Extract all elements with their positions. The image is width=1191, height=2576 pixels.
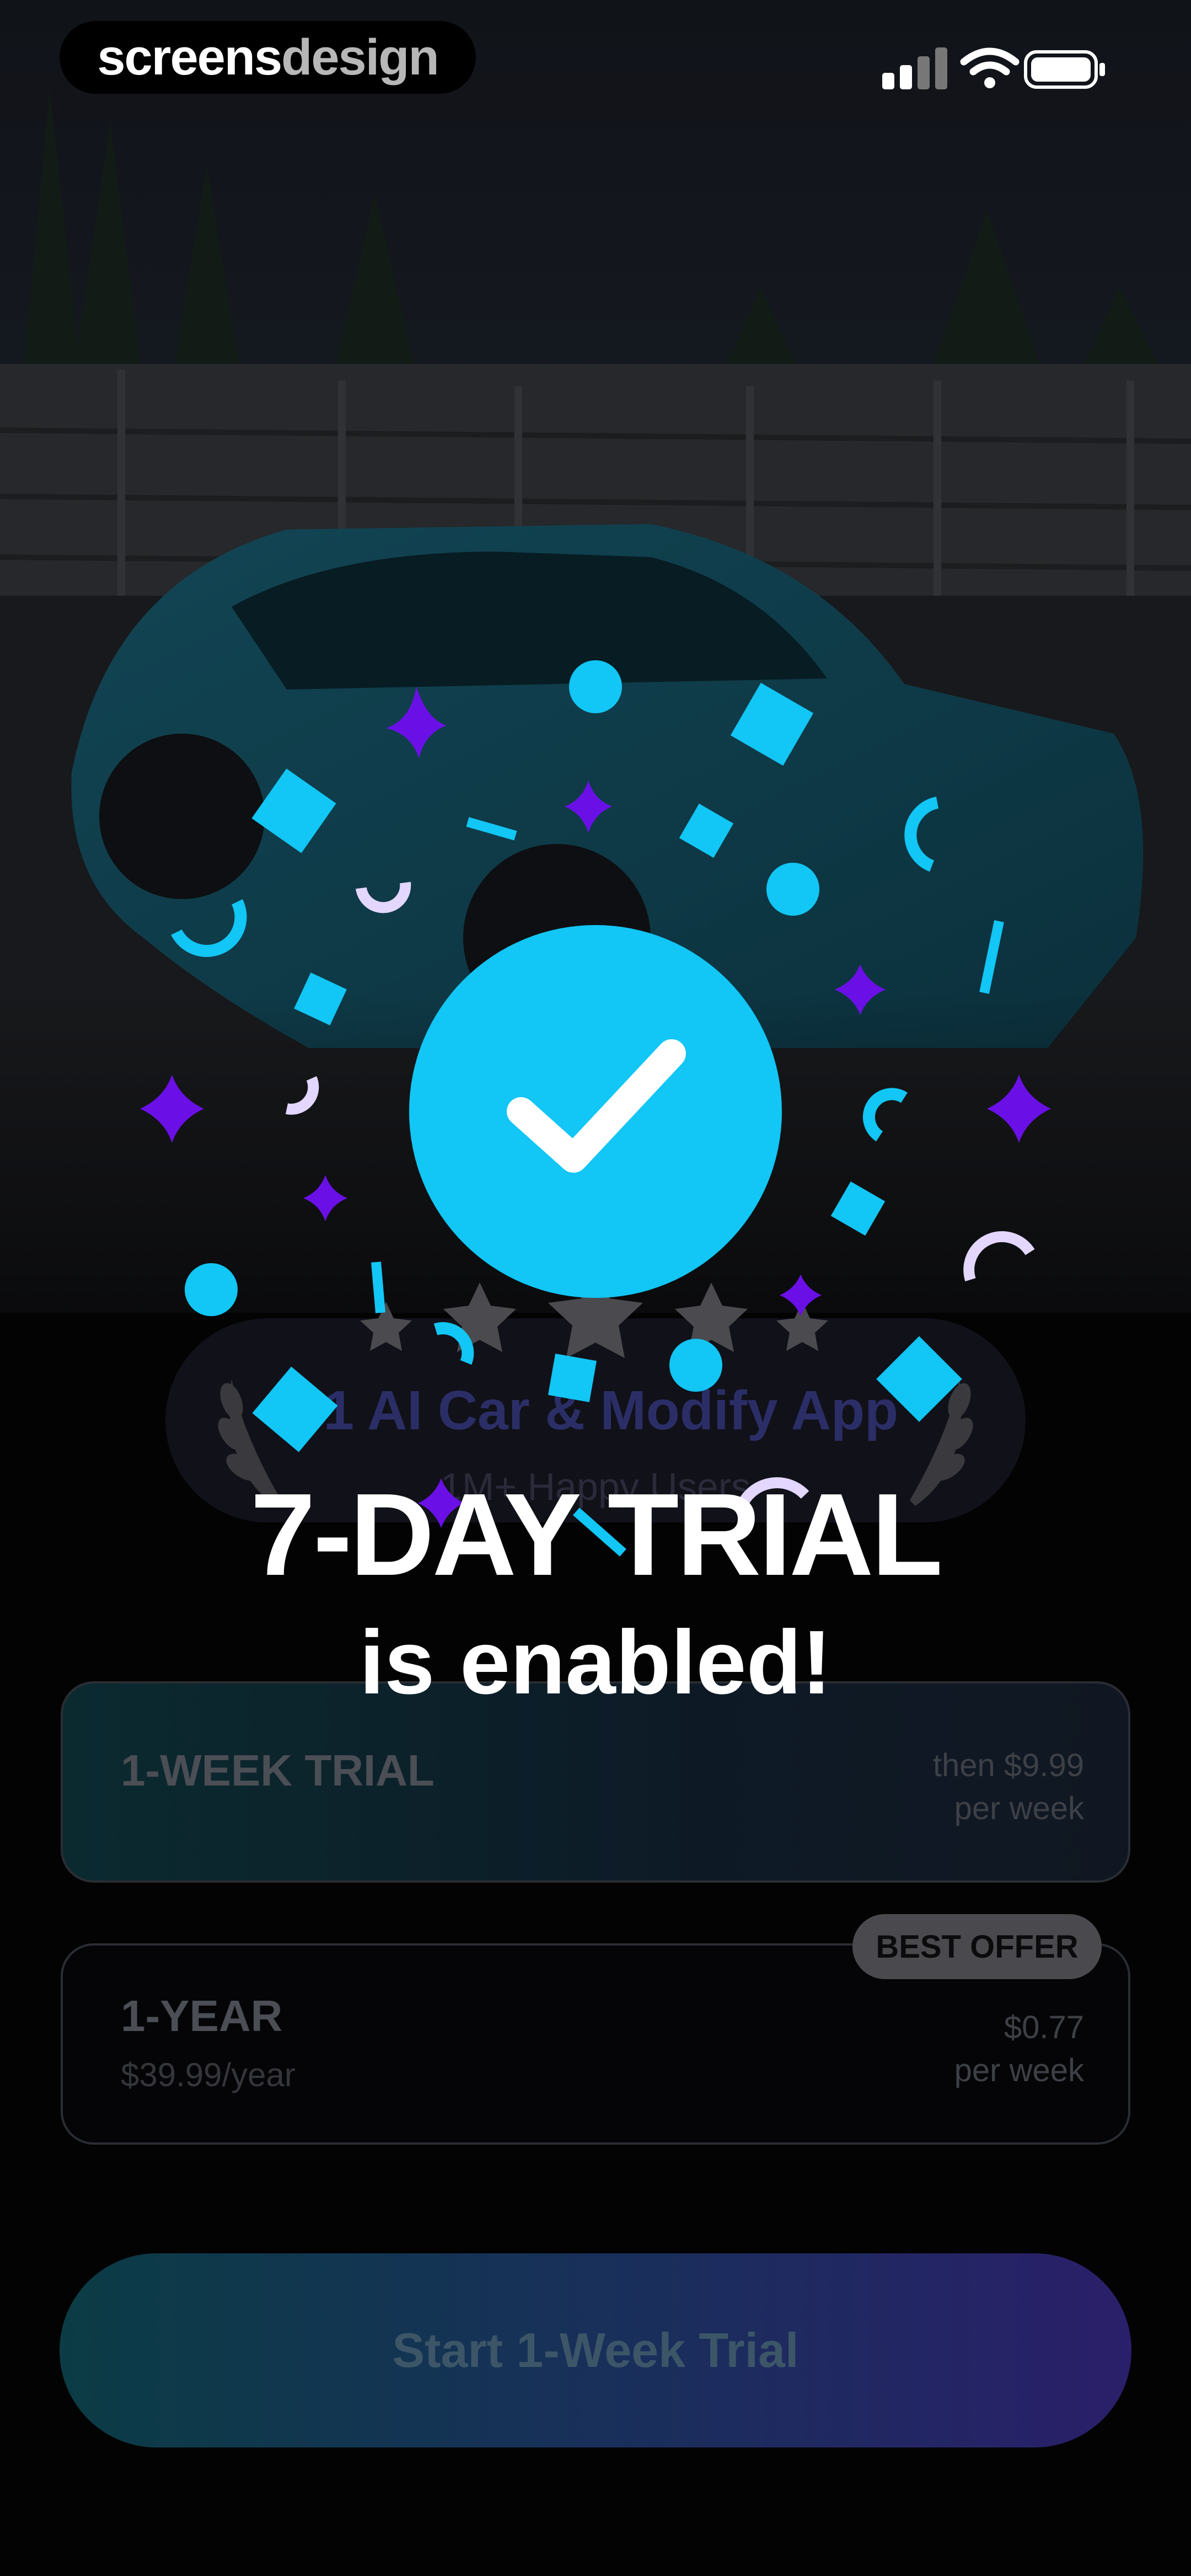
confetti-overlay	[140, 660, 1051, 1557]
trial-enabled-screen: screens design #1 AI Car & Modify App 1M…	[0, 0, 1191, 2576]
success-check-icon	[409, 925, 782, 1298]
trial-headline: 7-DAY TRIAL	[250, 1469, 943, 1600]
trial-subline: is enabled!	[359, 1612, 832, 1713]
